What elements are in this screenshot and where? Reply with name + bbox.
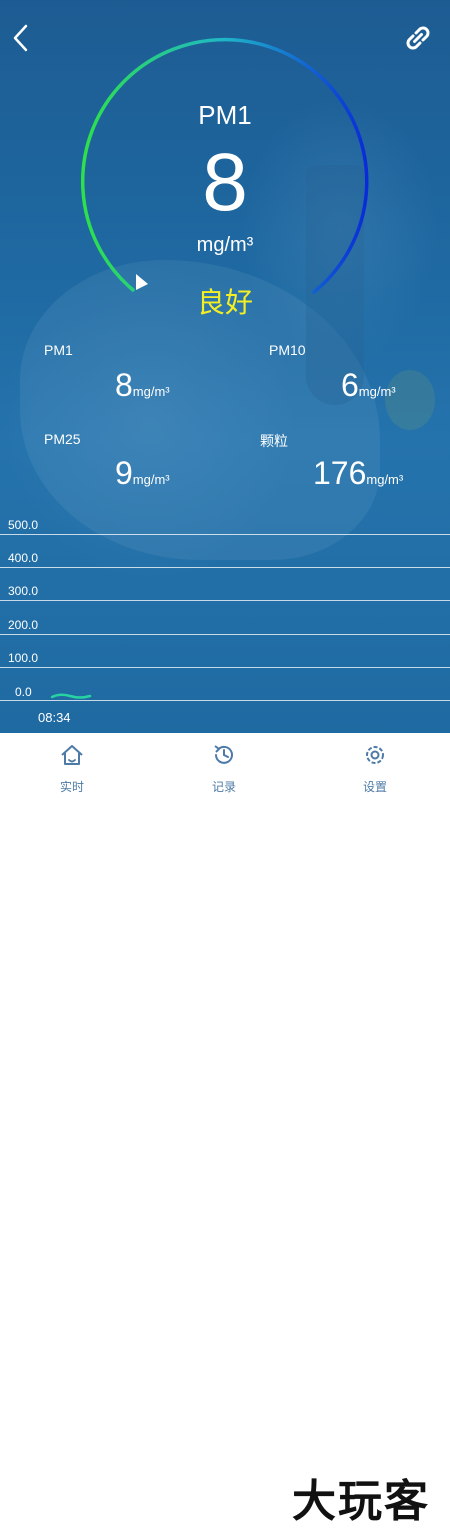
metric-pm25-value: 9mg/m³ [115,455,170,492]
metric-pm10-number: 6 [341,367,359,403]
tab-realtime-label: 实时 [59,780,84,794]
tab-records[interactable]: 记录 [184,733,264,800]
grid-line-200 [0,634,450,635]
metric-particles-label: 颗粒 [260,433,288,449]
metric-pm10-label: PM10 [269,342,306,358]
metric-particles-unit: mg/m³ [366,472,404,487]
gauge-title: PM1 [198,100,252,130]
metric-pm1-value: 8mg/m³ [115,367,170,404]
air-quality-status: 良好 [196,287,253,318]
grid-line-300 [0,600,450,601]
metric-pm25-unit: mg/m³ [132,472,170,487]
y-tick-500: 500.0 [8,518,39,532]
metric-pm25-label: PM25 [44,431,81,447]
link-button[interactable] [398,20,438,56]
link-icon [406,26,430,50]
gauge-unit: mg/m³ [196,234,254,256]
grid-line-100 [0,667,450,668]
tab-records-label: 记录 [211,780,236,794]
history-icon [214,745,233,764]
y-tick-400: 400.0 [8,551,39,565]
back-button[interactable] [6,20,36,56]
tab-settings[interactable]: 设置 [335,733,415,800]
metric-pm1-unit: mg/m³ [132,384,170,399]
main-screen: PM1 8 mg/m³ 良好 PM1 8mg/m³ PM10 6mg/m³ PM… [0,0,450,733]
chart-time-label: 08:34 [38,710,71,725]
metric-pm25-number: 9 [115,455,133,491]
metric-pm1-label: PM1 [44,342,73,358]
y-tick-100: 100.0 [8,651,39,665]
home-icon [61,745,83,765]
tab-settings-label: 设置 [362,780,387,794]
tab-realtime[interactable]: 实时 [32,733,112,800]
bottom-tab-bar: 实时 记录 设置 大玩客 [0,733,450,1527]
gauge-value: 8 [202,137,248,228]
y-tick-300: 300.0 [8,584,39,598]
y-tick-200: 200.0 [8,618,39,632]
chevron-left-icon [13,24,28,52]
settings-icon [366,746,384,764]
grid-line-500 [0,534,450,535]
history-line [50,693,92,699]
metric-particles-number: 176 [313,455,367,491]
metric-pm10-value: 6mg/m³ [341,367,396,404]
watermark-logo: 大玩客 [292,1476,430,1527]
metric-particles-value: 176mg/m³ [313,455,403,492]
metric-pm10-unit: mg/m³ [358,384,396,399]
grid-line-400 [0,567,450,568]
metric-pm1-number: 8 [115,367,133,403]
